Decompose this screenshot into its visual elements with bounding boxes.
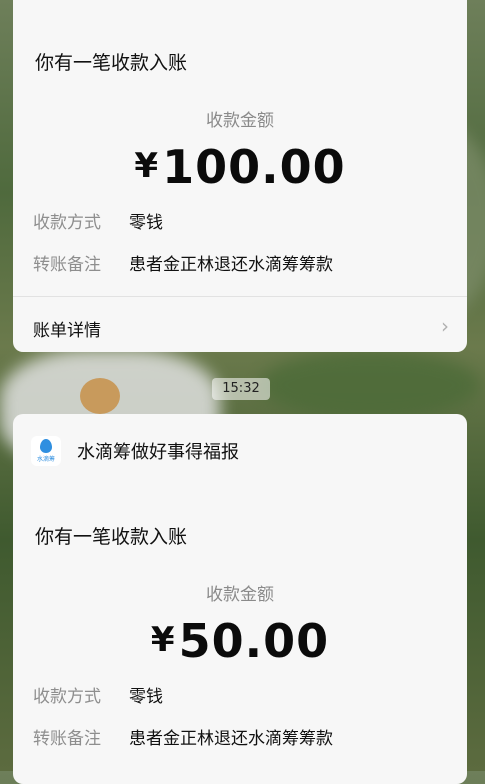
transfer-note-label: 转账备注 <box>33 255 101 275</box>
water-drop-icon <box>40 439 52 453</box>
payment-message-card-1[interactable]: 你有一笔收款入账 收款金额 ¥100.00 收款方式 零钱 转账备注 患者金正林退还… <box>13 0 467 352</box>
transfer-note-label: 转账备注 <box>33 729 101 749</box>
payment-method-value: 零钱 <box>129 213 163 233</box>
currency-symbol: ¥ <box>150 620 175 660</box>
amount-value: ¥100.00 <box>13 140 467 194</box>
bill-details-link[interactable]: 账单详情 <box>33 316 101 341</box>
message-title: 你有一笔收款入账 <box>35 52 188 74</box>
amount-label: 收款金额 <box>206 585 274 605</box>
sender-name[interactable]: 水滴筹做好事得福报 <box>77 438 239 464</box>
chevron-right-icon[interactable]: › <box>441 314 449 338</box>
payment-message-card-2[interactable]: 水滴筹 水滴筹做好事得福报 你有一笔收款入账 收款金额 ¥50.00 收款方式 零… <box>13 414 467 784</box>
amount-label: 收款金额 <box>206 111 274 131</box>
amount-value: ¥50.00 <box>13 614 467 668</box>
transfer-note-row: 转账备注 患者金正林退还水滴筹筹款 <box>33 250 333 275</box>
sender-logo[interactable]: 水滴筹 <box>31 436 61 466</box>
transfer-note-value: 患者金正林退还水滴筹筹款 <box>129 729 333 749</box>
message-title: 你有一笔收款入账 <box>35 526 188 548</box>
payment-method-label: 收款方式 <box>33 687 101 707</box>
divider <box>13 296 467 297</box>
payment-method-row: 收款方式 零钱 <box>33 208 163 233</box>
transfer-note-row: 转账备注 患者金正林退还水滴筹筹款 <box>33 724 333 749</box>
payment-method-label: 收款方式 <box>33 213 101 233</box>
sender-logo-text: 水滴筹 <box>36 456 55 463</box>
sender-header[interactable]: 水滴筹 水滴筹做好事得福报 <box>31 436 239 466</box>
currency-symbol: ¥ <box>134 146 159 186</box>
background-cartoon-figure <box>80 378 120 414</box>
transfer-note-value: 患者金正林退还水滴筹筹款 <box>129 255 333 275</box>
amount-number: 100.00 <box>162 140 346 194</box>
amount-number: 50.00 <box>178 614 330 668</box>
message-timestamp: 15:32 <box>212 378 270 400</box>
payment-method-value: 零钱 <box>129 687 163 707</box>
payment-method-row: 收款方式 零钱 <box>33 682 163 707</box>
background-foliage <box>260 350 480 420</box>
